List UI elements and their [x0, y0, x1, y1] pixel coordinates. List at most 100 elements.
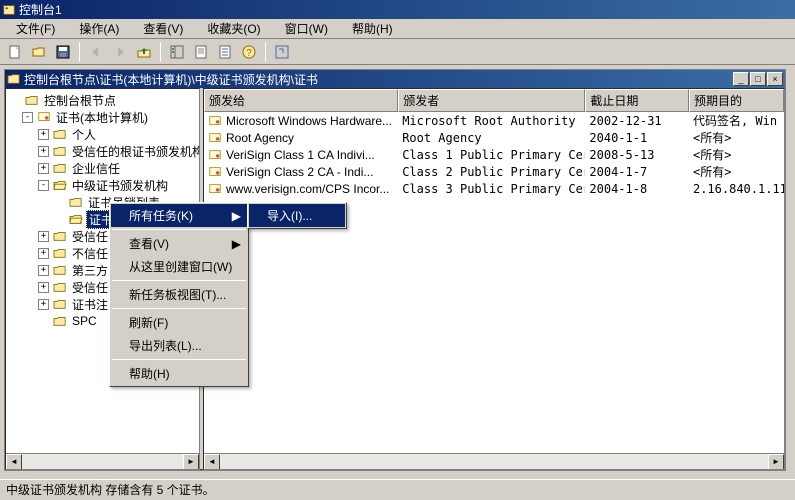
menu-help[interactable]: 帮助(H) — [340, 18, 405, 39]
cell-issued-to: VeriSign Class 2 CA - Indi... — [226, 165, 373, 179]
cell-issued-to: VeriSign Class 1 CA Indivi... — [226, 148, 375, 162]
tree-label[interactable]: 受信任 — [70, 228, 110, 245]
main-title: 控制台1 — [19, 1, 793, 18]
tree-root[interactable]: 控制台根节点 — [8, 92, 197, 108]
tree-hscroll[interactable]: ◄ ► — [6, 453, 199, 469]
refresh-button[interactable] — [271, 41, 293, 63]
expander-expand[interactable]: + — [38, 265, 49, 276]
expander-expand[interactable]: + — [38, 146, 49, 157]
list-panel[interactable]: 颁发给 颁发者 截止日期 预期目的 Microsoft Windows Hard… — [203, 88, 785, 470]
menu-import[interactable]: 导入(I)... — [249, 204, 345, 227]
list-row[interactable]: VeriSign Class 1 CA Indivi... Class 1 Pub… — [204, 146, 784, 163]
menu-action[interactable]: 操作(A) — [67, 18, 131, 39]
menu-all-tasks[interactable]: 所有任务(K) ▶ 导入(I)... — [111, 204, 247, 227]
list-row[interactable]: www.verisign.com/CPS Incor... Class 3 Pub… — [204, 180, 784, 197]
scroll-right-button[interactable]: ► — [768, 454, 784, 470]
scroll-left-button[interactable]: ◄ — [204, 454, 220, 470]
open-button[interactable] — [28, 41, 50, 63]
menu-new-window[interactable]: 从这里创建窗口(W) — [111, 255, 247, 278]
cell-expiry: 2004-1-7 — [585, 165, 689, 179]
folder-icon — [52, 127, 68, 141]
menu-separator — [112, 359, 246, 360]
scroll-track[interactable] — [22, 454, 183, 469]
tree-label[interactable]: 证书注 — [70, 296, 110, 313]
scroll-left-button[interactable]: ◄ — [6, 454, 22, 470]
export-button[interactable] — [214, 41, 236, 63]
expander-expand[interactable]: + — [38, 231, 49, 242]
context-menu: 所有任务(K) ▶ 导入(I)... 查看(V) ▶ 从这里创建窗口(W) 新任… — [109, 202, 249, 387]
tree-label[interactable]: 个人 — [70, 126, 98, 143]
menu-view[interactable]: 查看(V) — [131, 18, 195, 39]
close-button[interactable]: × — [767, 72, 783, 86]
cell-issued-by: Class 3 Public Primary Certi... — [398, 182, 585, 196]
list-header: 颁发给 颁发者 截止日期 预期目的 — [204, 89, 784, 112]
maximize-button[interactable]: □ — [750, 72, 766, 86]
menu-file[interactable]: 文件(F) — [4, 18, 67, 39]
tree-label[interactable]: 企业信任 — [70, 160, 122, 177]
save-button[interactable] — [52, 41, 74, 63]
folder-icon — [52, 280, 68, 294]
cell-issued-by: Class 1 Public Primary Certi... — [398, 148, 585, 162]
tree-trusted-root[interactable]: + 受信任的根证书颁发机构 — [8, 143, 197, 159]
tree-label[interactable]: 不信任 — [70, 245, 110, 262]
tree-enterprise[interactable]: + 企业信任 — [8, 160, 197, 176]
col-expiry[interactable]: 截止日期 — [585, 89, 689, 112]
list-row[interactable]: VeriSign Class 2 CA - Indi...Class 2 Pub… — [204, 163, 784, 180]
col-issued-to[interactable]: 颁发给 — [204, 89, 398, 112]
scroll-right-button[interactable]: ► — [183, 454, 199, 470]
menu-favorites[interactable]: 收藏夹(O) — [195, 18, 272, 39]
tree-intermediate[interactable]: - 中级证书颁发机构 — [8, 177, 197, 193]
menu-label: 新任务板视图(T)... — [129, 288, 226, 302]
tree-label[interactable]: 受信任的根证书颁发机构 — [70, 143, 200, 160]
menu-window[interactable]: 窗口(W) — [273, 18, 340, 39]
menu-label: 所有任务(K) — [129, 209, 193, 223]
tree-label[interactable]: 第三方 — [70, 262, 110, 279]
expander-expand[interactable]: + — [38, 248, 49, 259]
toolbar-separator — [265, 42, 266, 62]
tree-label[interactable]: 中级证书颁发机构 — [70, 177, 170, 194]
tree-label[interactable]: 控制台根节点 — [42, 92, 118, 109]
cert-icon — [208, 114, 224, 128]
menu-export-list[interactable]: 导出列表(L)... — [111, 334, 247, 357]
back-button — [85, 41, 107, 63]
folder-icon — [52, 144, 68, 158]
show-tree-button[interactable] — [166, 41, 188, 63]
child-title: 控制台根节点\证书(本地计算机)\中级证书颁发机构\证书 — [24, 71, 733, 88]
menu-separator — [112, 280, 246, 281]
new-button[interactable] — [4, 41, 26, 63]
folder-open-icon — [68, 212, 84, 226]
expander-collapse[interactable]: - — [22, 112, 33, 123]
menu-separator — [112, 308, 246, 309]
folder-icon — [52, 246, 68, 260]
menu-label: 查看(V) — [129, 237, 169, 251]
cell-expiry: 2008-5-13 — [585, 148, 689, 162]
list-row[interactable]: Root AgencyRoot Agency2040-1-1<所有> — [204, 129, 784, 146]
menu-new-taskpad[interactable]: 新任务板视图(T)... — [111, 283, 247, 306]
tree-label[interactable]: 证书(本地计算机) — [54, 109, 150, 126]
expander-expand[interactable]: + — [38, 163, 49, 174]
tree-certs-local[interactable]: - 证书(本地计算机) — [8, 109, 197, 125]
tree-label[interactable]: 受信任 — [70, 279, 110, 296]
tree-personal[interactable]: + 个人 — [8, 126, 197, 142]
tree-label[interactable]: SPC — [70, 314, 99, 328]
expander-expand[interactable]: + — [38, 282, 49, 293]
menubar: 文件(F) 操作(A) 查看(V) 收藏夹(O) 窗口(W) 帮助(H) — [0, 19, 795, 39]
help-button[interactable]: ? — [238, 41, 260, 63]
up-button[interactable] — [133, 41, 155, 63]
col-purpose[interactable]: 预期目的 — [689, 89, 784, 112]
child-titlebar: 控制台根节点\证书(本地计算机)\中级证书颁发机构\证书 _ □ × — [5, 70, 785, 88]
menu-refresh[interactable]: 刷新(F) — [111, 311, 247, 334]
list-row[interactable]: Microsoft Windows Hardware...Microsoft R… — [204, 112, 784, 129]
minimize-button[interactable]: _ — [733, 72, 749, 86]
cell-issued-to: www.verisign.com/CPS Incor... — [226, 182, 389, 196]
col-issued-by[interactable]: 颁发者 — [398, 89, 585, 112]
expander-expand[interactable]: + — [38, 299, 49, 310]
scroll-track[interactable] — [220, 454, 768, 469]
menu-help[interactable]: 帮助(H) — [111, 362, 247, 385]
expander-expand[interactable]: + — [38, 129, 49, 140]
menu-view[interactable]: 查看(V) ▶ — [111, 232, 247, 255]
toolbar-separator — [79, 42, 80, 62]
properties-button[interactable] — [190, 41, 212, 63]
expander-collapse[interactable]: - — [38, 180, 49, 191]
list-hscroll[interactable]: ◄ ► — [204, 453, 784, 469]
